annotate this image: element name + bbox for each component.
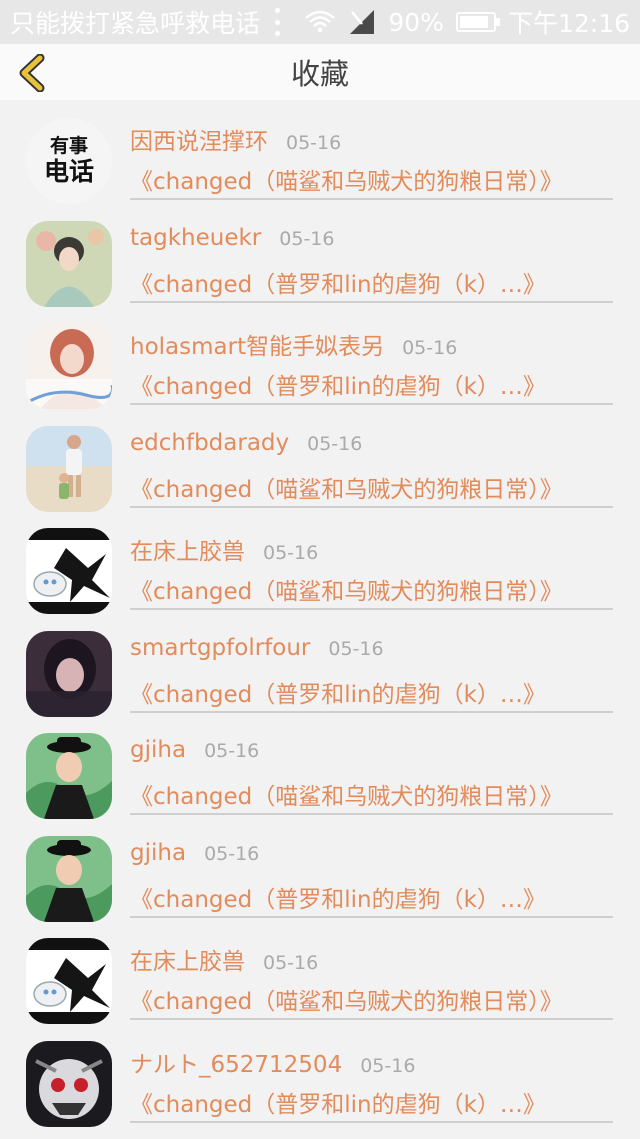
list-item[interactable]: tagkheuekr 05-16 《changed（普罗和lin的虐狗（k）…》 xyxy=(0,217,640,320)
divider xyxy=(130,1121,613,1123)
divider xyxy=(130,403,613,405)
battery-icon xyxy=(456,12,496,32)
user-name: holasmart智能手姒表另 xyxy=(130,327,384,361)
date: 05-16 xyxy=(402,337,457,359)
avatar[interactable] xyxy=(26,938,112,1024)
list-item[interactable]: gjiha 05-16 《changed（普罗和lin的虐狗（k）…》 xyxy=(0,832,640,935)
message-text: 《changed（普罗和lin的虐狗（k）…》 xyxy=(130,675,612,709)
user-name: 在床上胶兽 xyxy=(130,532,245,566)
divider xyxy=(130,198,613,200)
date: 05-16 xyxy=(307,433,362,455)
date: 05-16 xyxy=(286,132,341,154)
divider xyxy=(130,916,613,918)
back-arrow-icon[interactable] xyxy=(14,54,50,92)
divider xyxy=(130,813,613,815)
avatar-text-line2: 电话 xyxy=(44,157,94,187)
date: 05-16 xyxy=(328,638,383,660)
battery-percent: 90% xyxy=(388,8,444,37)
message-text: 《changed（普罗和lin的虐狗（k）…》 xyxy=(130,265,612,299)
page-title: 收藏 xyxy=(291,51,349,93)
list-item[interactable]: 有事 电话 因西说涅撑环 05-16 《changed（喵鲨和乌贼犬的狗粮日常）》 xyxy=(0,114,640,217)
list-item[interactable]: ナルト_652712504 05-16 《changed（普罗和lin的虐狗（k）… xyxy=(0,1037,640,1139)
header-bar: 收藏 xyxy=(0,44,640,100)
list-item[interactable]: 在床上胶兽 05-16 《changed（喵鲨和乌贼犬的狗粮日常）》 xyxy=(0,524,640,627)
avatar[interactable]: 有事 电话 xyxy=(26,118,112,204)
avatar[interactable] xyxy=(26,528,112,614)
list-item[interactable]: edchfbdarady 05-16 《changed（喵鲨和乌贼犬的狗粮日常）》 xyxy=(0,422,640,525)
message-text: 《changed（喵鲨和乌贼犬的狗粮日常）》 xyxy=(130,777,612,811)
user-name: ナルト_652712504 xyxy=(130,1045,342,1079)
date: 05-16 xyxy=(204,843,259,865)
message-text: 《changed（普罗和lin的虐狗（k）…》 xyxy=(130,1085,612,1119)
user-name: 因西说涅撑环 xyxy=(130,122,268,156)
divider xyxy=(130,506,613,508)
user-name: tagkheuekr xyxy=(130,225,261,251)
user-name: 在床上胶兽 xyxy=(130,942,245,976)
message-text: 《changed（喵鲨和乌贼犬的狗粮日常）》 xyxy=(130,162,612,196)
divider xyxy=(130,711,613,713)
date: 05-16 xyxy=(263,952,318,974)
carrier-text: 只能拨打紧急呼救电话 xyxy=(10,4,260,40)
date: 05-16 xyxy=(360,1055,415,1077)
avatar[interactable] xyxy=(26,221,112,307)
user-name: gjiha xyxy=(130,840,186,866)
message-text: 《changed（普罗和lin的虐狗（k）…》 xyxy=(130,367,612,401)
divider xyxy=(130,1018,613,1020)
avatar[interactable] xyxy=(26,631,112,717)
user-name: smartgpfolrfour xyxy=(130,635,310,661)
user-name: edchfbdarady xyxy=(130,430,289,456)
divider xyxy=(130,301,613,303)
divider xyxy=(130,608,613,610)
favorites-list: 有事 电话 因西说涅撑环 05-16 《changed（喵鲨和乌贼犬的狗粮日常）》… xyxy=(0,114,640,1139)
message-text: 《changed（普罗和lin的虐狗（k）…》 xyxy=(130,880,612,914)
status-bar: 只能拨打紧急呼救电话 90% 下午12:16 xyxy=(0,0,640,44)
date: 05-16 xyxy=(204,740,259,762)
list-item[interactable]: smartgpfolrfour 05-16 《changed（普罗和lin的虐狗（… xyxy=(0,627,640,730)
more-dots-icon xyxy=(272,8,282,36)
date: 05-16 xyxy=(279,228,334,250)
clock: 下午12:16 xyxy=(508,4,630,40)
message-text: 《changed（喵鲨和乌贼犬的狗粮日常）》 xyxy=(130,470,612,504)
user-name: gjiha xyxy=(130,737,186,763)
avatar-text-line1: 有事 xyxy=(50,135,88,158)
avatar[interactable] xyxy=(26,1041,112,1127)
message-text: 《changed（喵鲨和乌贼犬的狗粮日常）》 xyxy=(130,572,612,606)
list-item[interactable]: gjiha 05-16 《changed（喵鲨和乌贼犬的狗粮日常）》 xyxy=(0,729,640,832)
list-item[interactable]: holasmart智能手姒表另 05-16 《changed（普罗和lin的虐狗（… xyxy=(0,319,640,422)
list-item[interactable]: 在床上胶兽 05-16 《changed（喵鲨和乌贼犬的狗粮日常）》 xyxy=(0,934,640,1037)
avatar[interactable] xyxy=(26,323,112,409)
avatar[interactable] xyxy=(26,836,112,922)
signal-icon xyxy=(348,8,376,36)
wifi-icon xyxy=(304,9,336,35)
avatar[interactable] xyxy=(26,426,112,512)
message-text: 《changed（喵鲨和乌贼犬的狗粮日常）》 xyxy=(130,982,612,1016)
avatar[interactable] xyxy=(26,733,112,819)
date: 05-16 xyxy=(263,542,318,564)
